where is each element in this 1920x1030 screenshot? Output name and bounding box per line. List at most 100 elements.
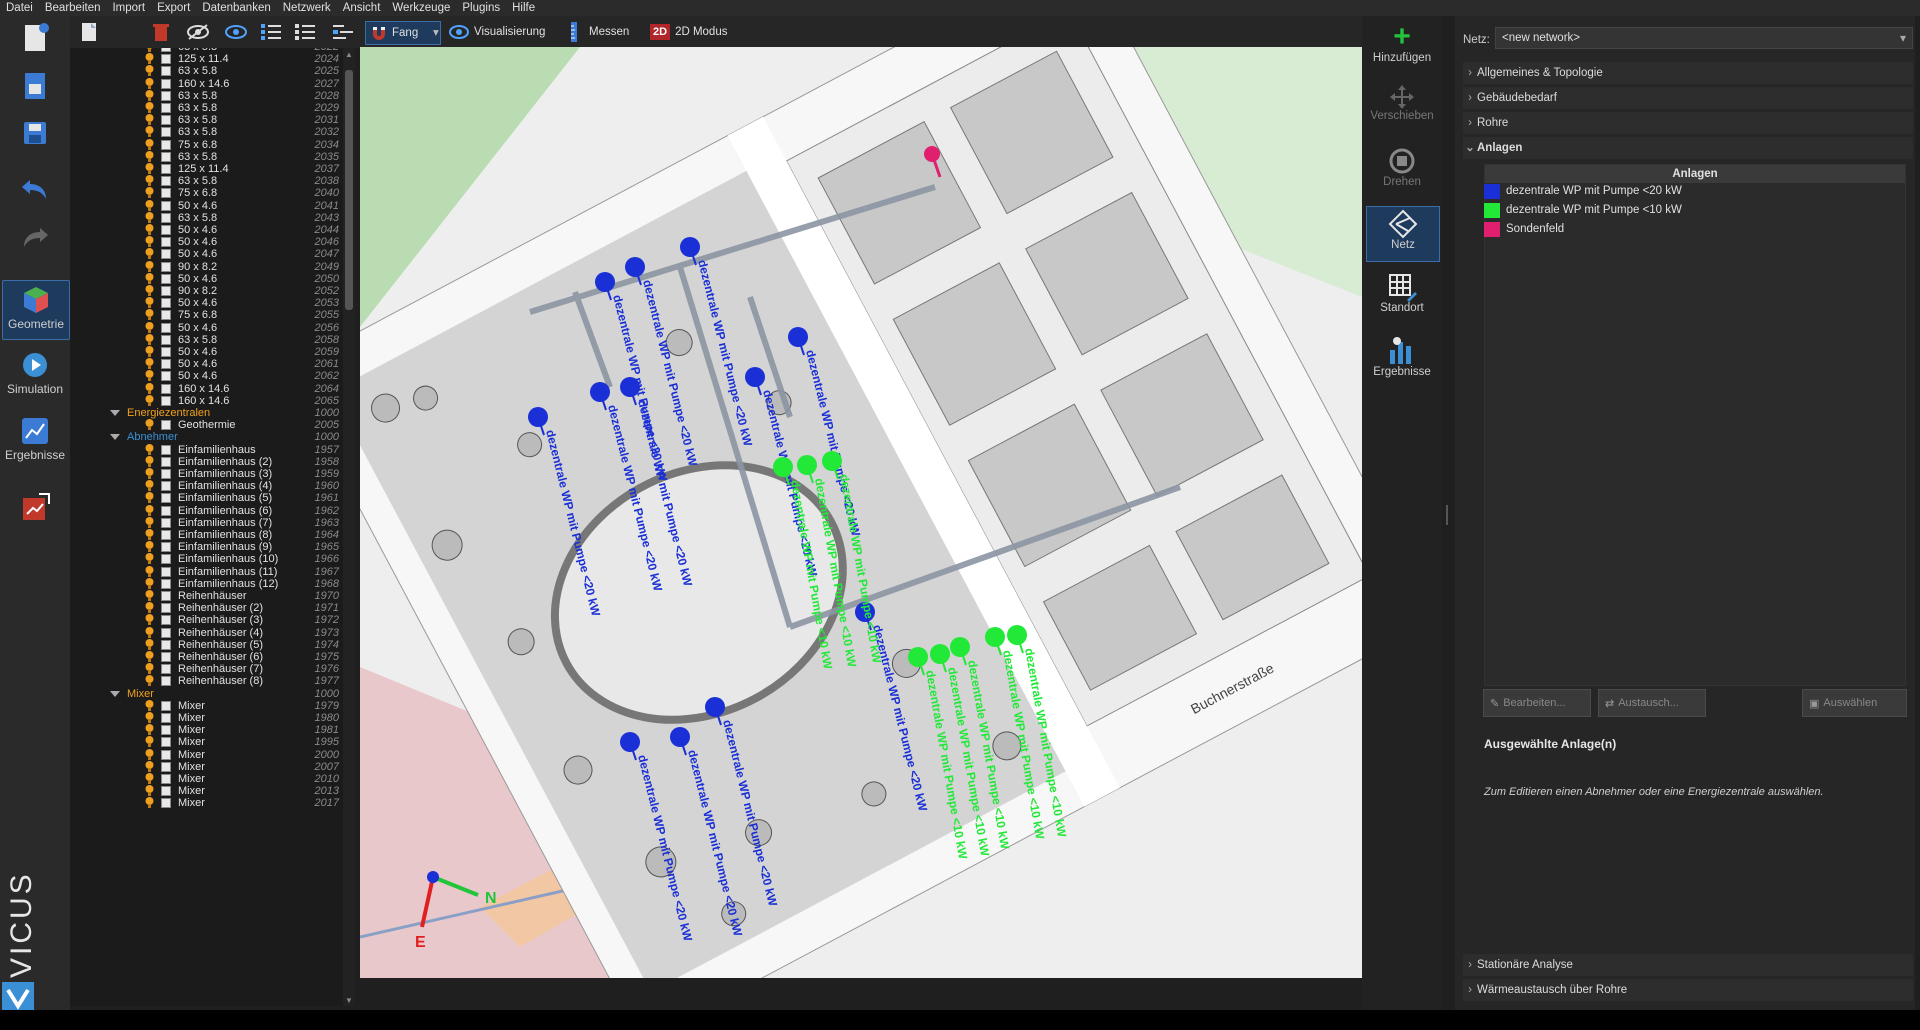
visibility-checkbox[interactable] [161, 249, 171, 260]
network-select[interactable]: <new network> ▾ [1495, 27, 1913, 49]
menu-item[interactable]: Werkzeuge [386, 2, 456, 14]
visibility-checkbox[interactable] [161, 298, 171, 309]
results-button[interactable]: Ergebnisse [1366, 336, 1438, 378]
section-components[interactable]: ⌄ Anlagen [1463, 137, 1913, 159]
visibility-checkbox[interactable] [161, 493, 171, 504]
menu-item[interactable]: Netzwerk [277, 2, 337, 14]
show-icon[interactable] [224, 21, 248, 43]
visibility-checkbox[interactable] [161, 469, 171, 479]
snap-button[interactable]: Fang [365, 21, 441, 45]
component-row[interactable]: dezentrale WP mit Pumpe <20 kW [1484, 182, 1904, 200]
marker-head[interactable] [528, 407, 548, 427]
visibility-checkbox[interactable] [161, 420, 171, 431]
bulb-icon[interactable] [145, 309, 154, 321]
section-pipes[interactable]: › Rohre [1463, 112, 1913, 134]
visibility-checkbox[interactable] [161, 66, 171, 77]
component-row[interactable]: Sondenfeld [1484, 220, 1904, 238]
visibility-checkbox[interactable] [161, 542, 171, 553]
marker-head[interactable] [595, 272, 615, 292]
bulb-icon[interactable] [145, 553, 154, 565]
tree-item[interactable]: Mixer 2017 [70, 796, 343, 811]
visibility-checkbox[interactable] [161, 603, 171, 614]
marker-head[interactable] [797, 455, 817, 475]
visibility-checkbox[interactable] [161, 627, 171, 638]
visibility-checkbox[interactable] [161, 371, 171, 382]
visibility-checkbox[interactable] [161, 737, 171, 748]
bulb-icon[interactable] [145, 724, 154, 736]
visibility-checkbox[interactable] [161, 54, 171, 65]
menu-item[interactable]: Import [106, 2, 151, 14]
visibility-checkbox[interactable] [161, 444, 171, 455]
visibility-checkbox[interactable] [161, 200, 171, 211]
save-icon[interactable] [2, 118, 68, 148]
visibility-checkbox[interactable] [161, 261, 171, 272]
visibility-checkbox[interactable] [161, 713, 171, 723]
section-stationary-analysis[interactable]: › Stationäre Analyse [1463, 954, 1913, 976]
bulb-icon[interactable] [145, 455, 154, 467]
bulb-icon[interactable] [145, 773, 154, 784]
tree-scrollbar[interactable]: ▲ ▼ [343, 48, 355, 1006]
visibility-checkbox[interactable] [161, 237, 171, 248]
bulb-icon[interactable] [145, 89, 154, 101]
bulb-icon[interactable] [145, 663, 154, 675]
visibility-checkbox[interactable] [161, 90, 171, 101]
results-mode-button[interactable]: Ergebnisse [2, 412, 68, 470]
visibility-checkbox[interactable] [161, 78, 171, 89]
bulb-icon[interactable] [145, 102, 154, 113]
menu-item[interactable]: Hilfe [506, 2, 541, 14]
bulb-icon[interactable] [145, 285, 154, 296]
bulb-icon[interactable] [145, 419, 154, 431]
visibility-checkbox[interactable] [161, 786, 171, 797]
marker-head[interactable] [620, 732, 640, 752]
move-button[interactable]: Verschieben [1366, 84, 1438, 122]
bulb-icon[interactable] [145, 236, 154, 248]
add-button[interactable]: + Hinzufügen [1366, 22, 1438, 65]
bulb-icon[interactable] [145, 248, 154, 260]
visibility-checkbox[interactable] [161, 103, 171, 113]
visibility-checkbox[interactable] [161, 530, 171, 540]
visibility-checkbox[interactable] [161, 347, 171, 357]
bulb-icon[interactable] [145, 541, 154, 553]
bulb-icon[interactable] [145, 321, 154, 333]
marker-head[interactable] [908, 647, 928, 667]
visibility-checkbox[interactable] [161, 554, 171, 565]
bulb-icon[interactable] [145, 53, 154, 65]
bulb-icon[interactable] [145, 699, 154, 711]
mode-2d-button[interactable]: 2D 2D Modus [650, 21, 727, 43]
bulb-icon[interactable] [145, 211, 154, 223]
expand-arrow-icon[interactable] [110, 690, 120, 697]
visibility-checkbox[interactable] [161, 139, 171, 150]
visibility-checkbox[interactable] [161, 176, 171, 187]
visibility-checkbox[interactable] [161, 127, 171, 138]
geometry-mode-button[interactable]: Geometrie [2, 280, 70, 340]
undo-icon[interactable] [2, 176, 68, 202]
component-row[interactable]: dezentrale WP mit Pumpe <10 kW [1484, 201, 1904, 219]
visibility-checkbox[interactable] [161, 395, 171, 406]
visibility-checkbox[interactable] [161, 700, 171, 711]
visibility-checkbox[interactable] [161, 188, 171, 199]
marker-head[interactable] [985, 627, 1005, 647]
visibility-checkbox[interactable] [161, 273, 171, 284]
bulb-icon[interactable] [145, 651, 154, 662]
simulation-mode-button[interactable]: Simulation [2, 346, 68, 404]
bulb-icon[interactable] [145, 675, 154, 687]
bulb-icon[interactable] [145, 785, 154, 797]
section-general[interactable]: › Allgemeines & Topologie [1463, 62, 1913, 84]
marker-head[interactable] [680, 237, 700, 257]
visibility-checkbox[interactable] [161, 615, 171, 626]
bulb-icon[interactable] [145, 187, 154, 199]
marker-head[interactable] [625, 257, 645, 277]
menu-item[interactable]: Export [151, 2, 196, 14]
map-viewport[interactable]: Buchnerstraße dezentrale WP mit Pumpe <2… [360, 47, 1362, 978]
bulb-icon[interactable] [145, 529, 154, 540]
bulb-icon[interactable] [145, 382, 154, 394]
marker-head[interactable] [745, 367, 765, 387]
visibility-checkbox[interactable] [161, 676, 171, 687]
visibility-checkbox[interactable] [161, 761, 171, 772]
measure-button[interactable]: Messen [565, 21, 629, 43]
marker-head[interactable] [822, 451, 842, 471]
visibility-checkbox[interactable] [161, 115, 171, 126]
bulb-icon[interactable] [145, 126, 154, 138]
deselect-icon[interactable] [294, 21, 316, 43]
menu-item[interactable]: Ansicht [337, 2, 387, 14]
